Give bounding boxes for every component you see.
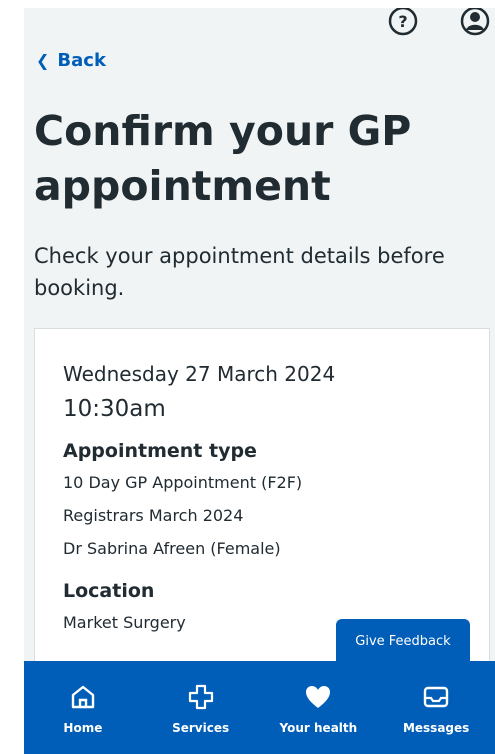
tab-services-label: Services <box>172 721 230 735</box>
back-label: Back <box>57 50 106 71</box>
chevron-left-icon: ❮ <box>36 50 50 70</box>
tab-your-health-label: Your health <box>279 721 358 735</box>
tab-your-health[interactable]: Your health <box>260 661 378 754</box>
services-cross-icon <box>188 684 213 710</box>
appointment-date: Wednesday 27 March 2024 <box>63 362 336 386</box>
bottom-tab-bar: Home Services Your health Messages <box>24 661 495 754</box>
appointment-type-heading: Appointment type <box>63 440 257 462</box>
top-bar: ? <box>335 8 495 41</box>
heart-icon <box>306 686 331 708</box>
messages-inbox-icon <box>423 686 449 708</box>
appointment-type-line: 10 Day GP Appointment (F2F) <box>63 473 303 492</box>
give-feedback-button[interactable]: Give Feedback <box>336 619 470 663</box>
appointment-clinician-line: Dr Sabrina Afreen (Female) <box>63 539 281 558</box>
home-icon <box>71 685 95 709</box>
tab-services[interactable]: Services <box>142 661 260 754</box>
page-lede: Check your appointment details before bo… <box>34 244 445 300</box>
tab-messages[interactable]: Messages <box>377 661 495 754</box>
page-title: Confirm your GP appointment <box>34 107 412 210</box>
help-icon[interactable]: ? <box>387 8 419 37</box>
tab-home[interactable]: Home <box>24 661 142 754</box>
app-screen: ? ❮ Back Confirm your GP appointment Che… <box>24 8 495 754</box>
appointment-time: 10:30am <box>63 396 166 422</box>
svg-text:?: ? <box>398 12 407 31</box>
back-link[interactable]: ❮ Back <box>36 50 106 71</box>
account-icon[interactable] <box>459 8 491 37</box>
location-heading: Location <box>63 580 155 602</box>
tab-messages-label: Messages <box>402 721 470 735</box>
appointment-session-line: Registrars March 2024 <box>63 506 244 525</box>
tab-home-label: Home <box>63 721 103 735</box>
